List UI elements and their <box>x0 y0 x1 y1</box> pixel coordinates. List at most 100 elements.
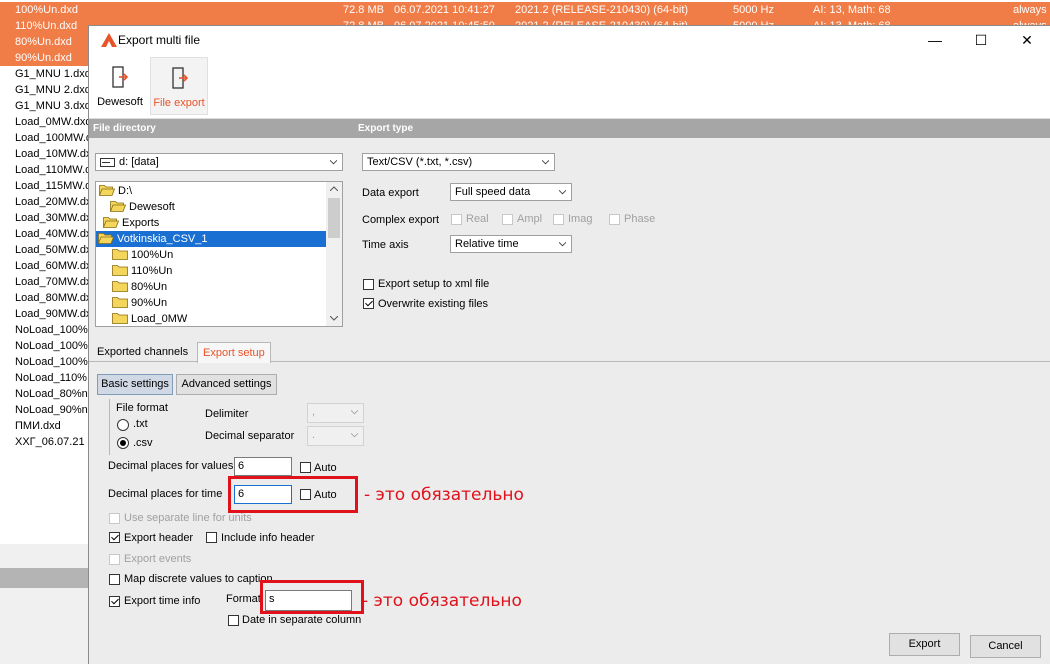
map-discrete-checkbox[interactable] <box>109 574 120 585</box>
tree-item[interactable]: Exports <box>103 215 159 231</box>
file-name: Load_80MW.dxd <box>15 292 98 304</box>
tree-item[interactable]: D:\ <box>99 183 132 199</box>
file-name: Load_115MW.dx <box>15 180 97 192</box>
tree-item[interactable]: Dewesoft <box>110 199 175 215</box>
close-button[interactable]: ✕ <box>1004 26 1050 55</box>
phase-checkbox[interactable] <box>609 214 620 225</box>
file-name: Load_90MW.dxd <box>15 308 98 320</box>
file-name: G1_MNU 3.dxd <box>15 100 91 112</box>
background-scrollbar[interactable] <box>0 568 90 588</box>
scroll-down-icon[interactable] <box>330 316 338 321</box>
drive-value: d: [data] <box>119 156 159 168</box>
date-separate-checkbox[interactable] <box>228 615 239 626</box>
minimize-button[interactable]: — <box>912 26 958 55</box>
ribbon-file-export-button[interactable]: File export <box>150 57 208 115</box>
tree-item-label: 100%Un <box>131 249 174 261</box>
tree-item-label: D:\ <box>118 185 133 197</box>
export-type-header: Export type <box>354 119 1050 138</box>
file-date: 06.07.2021 10:41:27 <box>394 4 495 16</box>
file-name: 80%Un.dxd <box>15 36 72 48</box>
include-info-header-checkbox[interactable] <box>206 532 217 543</box>
tree-item[interactable]: 90%Un <box>112 295 167 311</box>
file-name: NoLoad_110% <box>15 372 87 384</box>
tree-item-label: 80%Un <box>131 281 168 293</box>
file-directory-header: File directory <box>89 119 354 138</box>
decimal-values-input[interactable]: 6 <box>234 457 292 476</box>
decimal-values-auto-checkbox[interactable] <box>300 462 311 473</box>
delimiter-label: Delimiter <box>205 408 249 420</box>
scroll-thumb[interactable] <box>328 198 340 238</box>
export-events-checkbox[interactable] <box>109 554 120 565</box>
time-axis-label: Time axis <box>362 239 409 251</box>
basic-settings-button[interactable]: Basic settings <box>97 374 173 395</box>
tab-export-setup[interactable]: Export setup <box>197 342 271 363</box>
tree-item[interactable]: 110%Un <box>112 263 172 279</box>
tree-item[interactable]: 100%Un <box>112 247 173 263</box>
auto-label: Auto <box>314 462 337 474</box>
decimal-separator-label: Decimal separator <box>205 430 295 442</box>
delimiter-select[interactable]: , <box>307 403 364 423</box>
date-separate-label: Date in separate column <box>242 614 362 626</box>
ampl-checkbox[interactable] <box>502 214 513 225</box>
maximize-button[interactable]: ☐ <box>958 26 1004 55</box>
file-format-label: File format <box>116 402 168 414</box>
separate-line-units-checkbox[interactable] <box>109 513 120 524</box>
imag-label: Imag <box>568 213 593 225</box>
highlight-box <box>260 580 364 614</box>
title-bar[interactable]: Export multi file — ☐ ✕ <box>89 26 1050 55</box>
file-name: ХХГ_06.07.21 1 <box>15 436 94 448</box>
file-name: Load_110MW.dx <box>15 164 97 176</box>
file-name: NoLoad_100% <box>15 340 88 352</box>
folder-icon <box>112 265 128 276</box>
list-item[interactable]: 100%Un.dxd 72.8 MB 06.07.2021 10:41:27 2… <box>0 2 1050 18</box>
decimal-separator-select[interactable]: . <box>307 426 364 446</box>
real-checkbox[interactable] <box>451 214 462 225</box>
export-time-info-checkbox[interactable] <box>109 596 120 607</box>
chevron-down-icon <box>351 433 358 438</box>
cancel-button[interactable]: Cancel <box>970 635 1041 658</box>
overwrite-files-checkbox[interactable] <box>363 298 374 309</box>
export-header-checkbox[interactable] <box>109 532 120 543</box>
tree-item[interactable]: Votkinskia_CSV_1 <box>96 231 326 247</box>
dewesoft-logo-icon <box>101 33 117 47</box>
export-header-label: Export header <box>124 532 194 544</box>
map-discrete-label: Map discrete values to caption <box>124 573 273 585</box>
advanced-settings-button[interactable]: Advanced settings <box>176 374 277 395</box>
format-csv-radio[interactable] <box>117 437 129 449</box>
time-axis-value: Relative time <box>455 238 519 250</box>
drive-select[interactable]: d: [data] <box>95 153 343 171</box>
time-axis-select[interactable]: Relative time <box>450 235 572 253</box>
chevron-down-icon <box>559 190 566 195</box>
scroll-up-icon[interactable] <box>330 186 338 191</box>
file-name: G1_MNU 2.dxd <box>15 84 91 96</box>
export-button[interactable]: Export <box>889 633 960 656</box>
file-name: 90%Un.dxd <box>15 52 72 64</box>
export-setup-xml-label: Export setup to xml file <box>378 278 490 290</box>
folder-tree[interactable]: D:\ Dewesoft Exports Votkinskia_CSV_1 100%Un… <box>95 181 343 327</box>
tab-exported-channels[interactable]: Exported channels <box>92 342 193 362</box>
phase-label: Phase <box>624 213 656 225</box>
complex-export-label: Complex export <box>362 214 440 226</box>
tree-item-label: Votkinskia_CSV_1 <box>117 233 208 245</box>
data-export-select[interactable]: Full speed data <box>450 183 572 201</box>
drive-icon <box>100 158 115 167</box>
export-type-select[interactable]: Text/CSV (*.txt, *.csv) <box>362 153 555 171</box>
chevron-down-icon <box>351 410 358 415</box>
format-txt-radio[interactable] <box>117 419 129 431</box>
export-setup-xml-checkbox[interactable] <box>363 279 374 290</box>
include-info-header-label: Include info header <box>221 532 315 544</box>
imag-checkbox[interactable] <box>553 214 564 225</box>
file-name: Load_100MW.dx <box>15 132 98 144</box>
tree-item[interactable]: Load_0MW <box>112 311 187 326</box>
ribbon: Dewesoft File export <box>89 55 1050 119</box>
ribbon-dewesoft-button[interactable]: Dewesoft <box>91 57 149 115</box>
annotation-note: - это обязательно <box>364 485 524 505</box>
file-name: NoLoad_90%n. <box>15 404 91 416</box>
file-name: Load_70MW.dxd <box>15 276 98 288</box>
decimal-time-label: Decimal places for time <box>108 488 223 500</box>
background-panel <box>0 544 90 664</box>
tree-item[interactable]: 80%Un <box>112 279 167 295</box>
tree-scrollbar[interactable] <box>326 182 342 326</box>
file-name: G1_MNU 1.dxd <box>15 68 91 80</box>
file-version: 2021.2 (RELEASE-210430) (64-bit) <box>515 4 689 16</box>
